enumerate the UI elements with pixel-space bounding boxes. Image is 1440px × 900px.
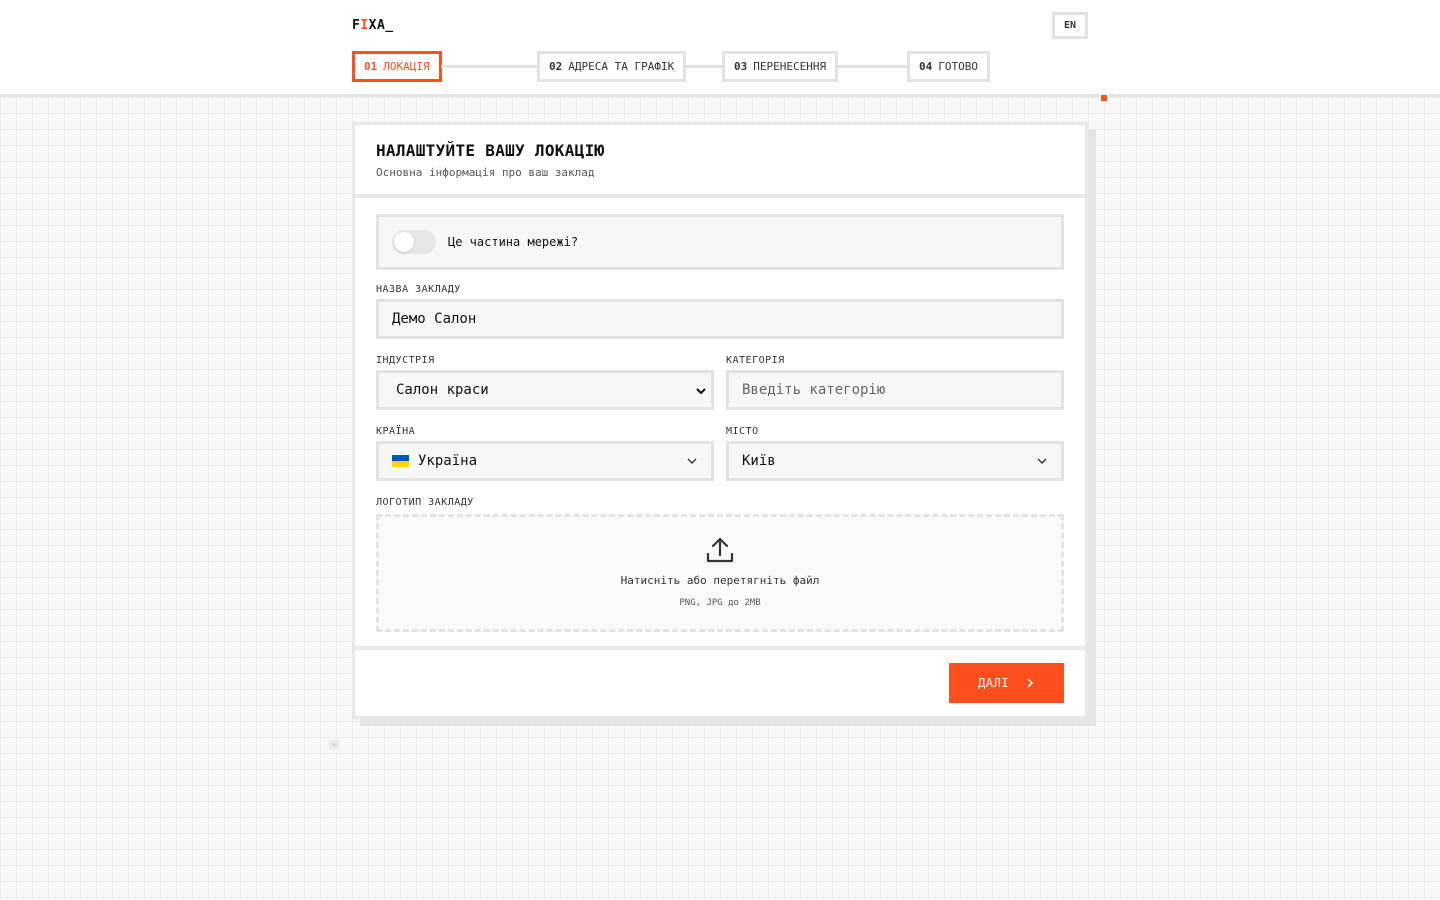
- ukraine-flag-icon: [392, 455, 409, 467]
- card-footer: ДАЛІ: [355, 650, 1085, 716]
- logo-label: ЛОГОТИП ЗАКЛАДУ: [376, 497, 474, 508]
- city-select[interactable]: Київ: [726, 441, 1064, 481]
- step-03-transfer[interactable]: 03 ПЕРЕНЕСЕННЯ: [722, 51, 839, 82]
- step-connector: [441, 65, 537, 68]
- language-switch-button[interactable]: EN: [1052, 12, 1088, 39]
- step-connector: [684, 65, 722, 68]
- step-label: ГОТОВО: [938, 60, 978, 73]
- decorative-marker: [328, 739, 340, 751]
- page-title: НАЛАШТУЙТЕ ВАШУ ЛОКАЦІЮ: [376, 141, 605, 160]
- country-select[interactable]: Україна: [376, 441, 714, 481]
- step-number: 04: [919, 60, 933, 73]
- logo-dropzone[interactable]: Натисніть або перетягніть файл PNG, JPG …: [376, 514, 1064, 632]
- step-04-done[interactable]: 04 ГОТОВО: [907, 51, 990, 82]
- app-logo[interactable]: FIXA_: [352, 18, 394, 33]
- industry-value: Салон краси: [396, 382, 489, 398]
- step-label: ПЕРЕНЕСЕННЯ: [753, 60, 827, 73]
- upload-hint: PNG, JPG до 2MB: [679, 598, 761, 608]
- category-label: КАТЕГОРІЯ: [726, 355, 785, 366]
- upload-text: Натисніть або перетягніть файл: [620, 574, 820, 587]
- industry-select[interactable]: Салон краси: [376, 370, 714, 410]
- country-label: КРАЇНА: [376, 426, 416, 437]
- next-button[interactable]: ДАЛІ: [949, 663, 1064, 703]
- step-number: 01: [364, 60, 378, 73]
- location-setup-card: НАЛАШТУЙТЕ ВАШУ ЛОКАЦІЮ Основна інформац…: [352, 122, 1088, 719]
- step-number: 03: [734, 60, 748, 73]
- decorative-marker: [1099, 93, 1109, 103]
- step-connector: [837, 65, 907, 68]
- step-02-address-schedule[interactable]: 02 АДРЕСА ТА ГРАФІК: [537, 51, 687, 82]
- industry-label: ІНДУСТРІЯ: [376, 355, 435, 366]
- top-bar: FIXA_ EN 01 ЛОКАЦІЯ 02 АДРЕСА ТА ГРАФІК …: [0, 0, 1440, 97]
- chevron-down-icon: [1037, 458, 1047, 464]
- name-input[interactable]: Демо Салон: [376, 299, 1064, 339]
- chevron-down-icon: [687, 458, 697, 464]
- city-value: Київ: [742, 453, 776, 469]
- page-subtitle: Основна інформація про ваш заклад: [376, 166, 595, 179]
- network-toggle-row[interactable]: Це частина мережі?: [376, 214, 1064, 270]
- country-value: Україна: [418, 453, 478, 469]
- category-input[interactable]: Введіть категорію: [726, 370, 1064, 410]
- name-label: НАЗВА ЗАКЛАДУ: [376, 284, 461, 295]
- card-header: НАЛАШТУЙТЕ ВАШУ ЛОКАЦІЮ Основна інформац…: [355, 125, 1085, 194]
- city-label: МІСТО: [726, 426, 759, 437]
- step-label: АДРЕСА ТА ГРАФІК: [568, 60, 675, 73]
- chevron-down-icon: [696, 388, 706, 395]
- next-button-label: ДАЛІ: [978, 676, 1009, 690]
- upload-icon: [706, 537, 734, 563]
- step-01-location[interactable]: 01 ЛОКАЦІЯ: [352, 51, 442, 82]
- name-value: Демо Салон: [392, 311, 477, 327]
- network-toggle[interactable]: [392, 230, 436, 254]
- step-number: 02: [549, 60, 563, 73]
- chevron-right-icon: [1027, 678, 1034, 688]
- step-label: ЛОКАЦІЯ: [383, 60, 430, 73]
- toggle-knob: [394, 232, 414, 252]
- form-body: Це частина мережі? НАЗВА ЗАКЛАДУ Демо Са…: [355, 198, 1085, 646]
- network-toggle-label: Це частина мережі?: [448, 235, 579, 249]
- category-placeholder: Введіть категорію: [742, 382, 886, 398]
